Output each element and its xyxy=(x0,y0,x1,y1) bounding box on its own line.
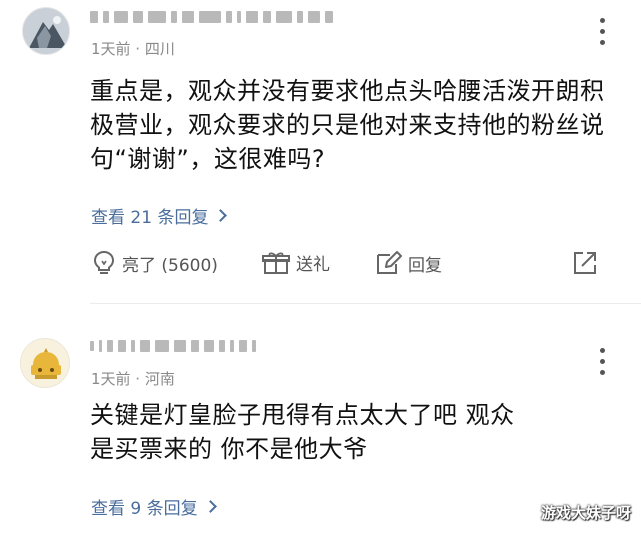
like-button[interactable]: 亮了 (5600) xyxy=(92,250,218,276)
view-replies-label: 查看 21 条回复 xyxy=(91,208,209,228)
comment-actions: 亮了 (5600) 送礼 回复 xyxy=(90,248,611,278)
comment-meta: 1天前 · 四川 xyxy=(91,40,175,58)
watermark: 游戏大妹子呀 xyxy=(540,504,631,522)
gift-icon xyxy=(262,251,290,274)
avatar-image xyxy=(23,8,69,54)
divider xyxy=(90,303,641,304)
username-redacted[interactable] xyxy=(90,10,333,24)
comment-item: 1天前 · 四川 重点是，观众并没有要求他点头哈腰活泼开朗积极营业，观众要求的只… xyxy=(0,0,641,322)
username-redacted[interactable] xyxy=(90,339,256,353)
comment-text: 重点是，观众并没有要求他点头哈腰活泼开朗积极营业，观众要求的只是他对来支持他的粉… xyxy=(90,77,605,173)
more-vertical-icon[interactable] xyxy=(599,18,605,45)
chevron-right-icon xyxy=(203,500,217,513)
view-replies-link[interactable]: 查看 21 条回复 xyxy=(91,203,228,228)
gift-label: 送礼 xyxy=(296,255,330,275)
like-count-label: 亮了 (5600) xyxy=(122,255,218,276)
avatar-image xyxy=(21,339,69,387)
gift-button[interactable]: 送礼 xyxy=(262,250,330,275)
comment-text: 关键是灯皇脸子甩得有点太大了吧 观众是买票来的 你不是他大爷 xyxy=(90,401,515,463)
chevron-right-icon xyxy=(214,209,228,222)
more-vertical-icon[interactable] xyxy=(599,348,605,375)
avatar[interactable] xyxy=(22,7,70,55)
edit-icon xyxy=(377,251,402,274)
comment-meta: 1天前 · 河南 xyxy=(91,370,175,388)
reply-label: 回复 xyxy=(408,255,442,276)
avatar[interactable] xyxy=(20,338,70,388)
reply-button[interactable]: 回复 xyxy=(374,250,442,276)
share-icon xyxy=(574,252,596,274)
view-replies-link[interactable]: 查看 9 条回复 xyxy=(91,494,217,519)
share-button[interactable] xyxy=(572,250,598,276)
view-replies-label: 查看 9 条回复 xyxy=(91,499,198,519)
lightbulb-icon xyxy=(93,250,115,274)
